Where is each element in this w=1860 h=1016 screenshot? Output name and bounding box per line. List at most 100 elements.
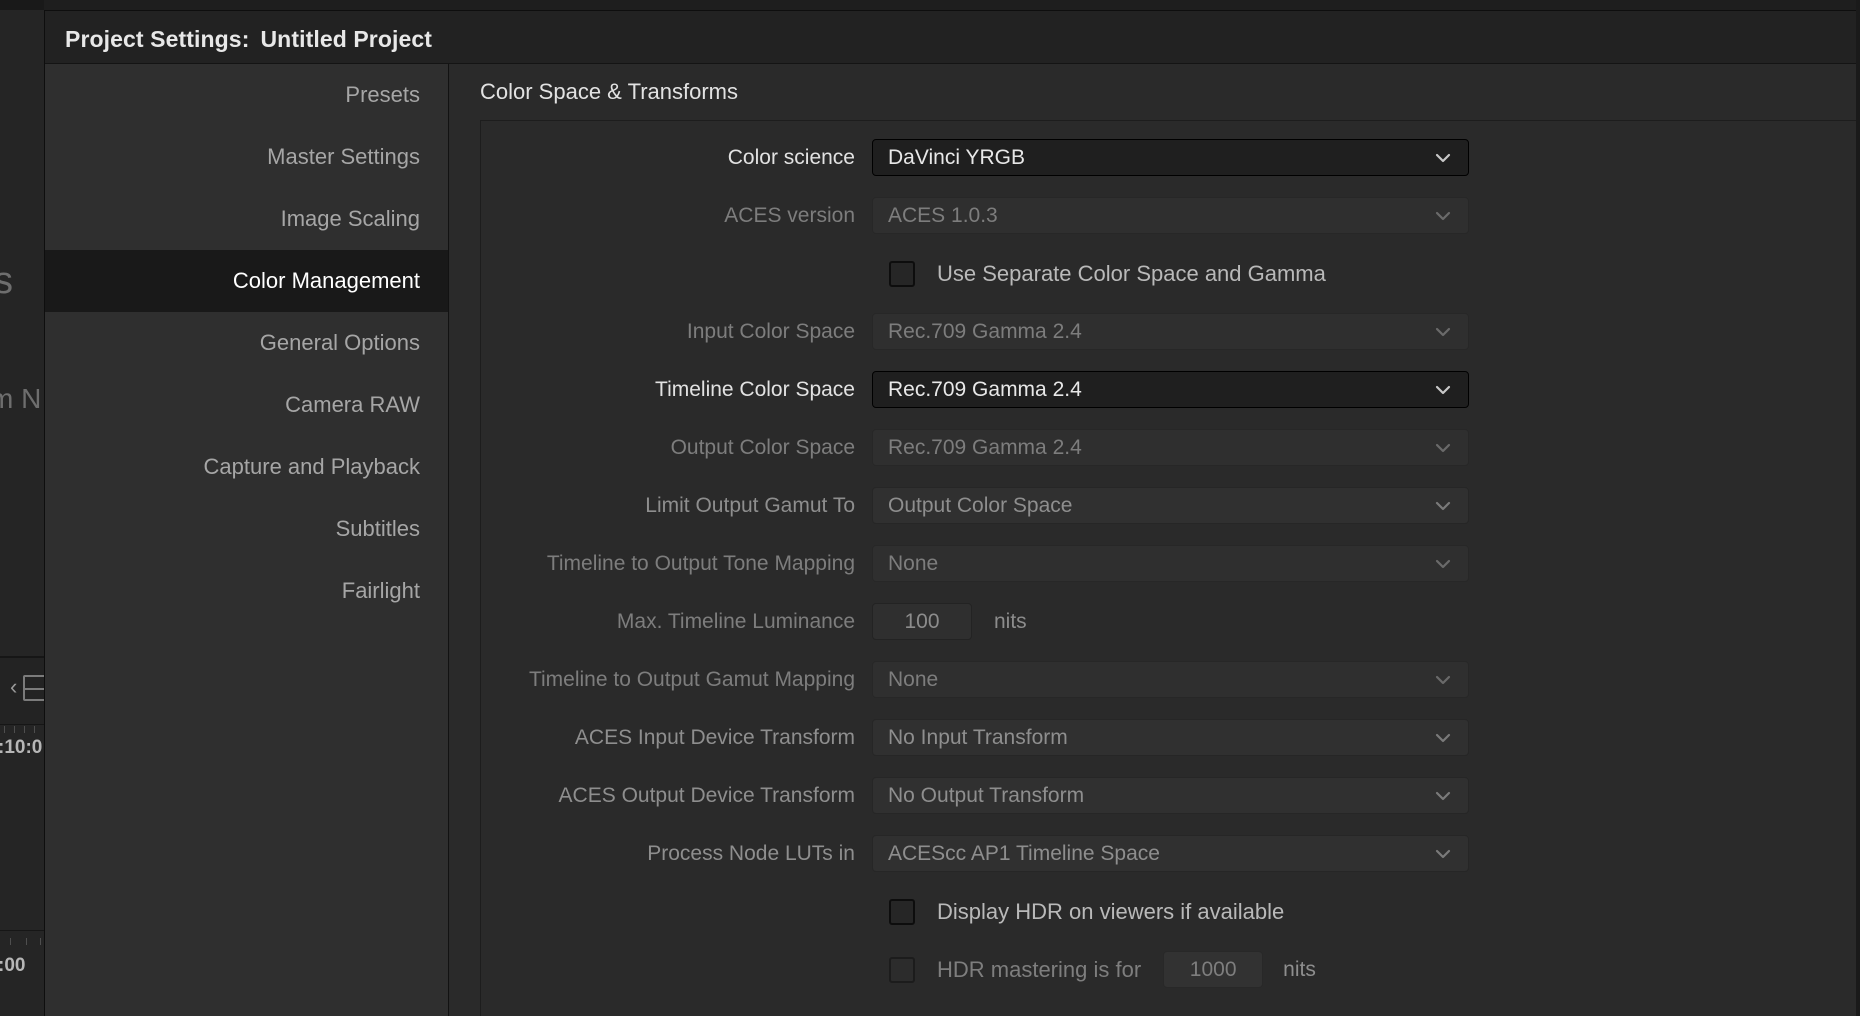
- project-settings-dialog: Project Settings: Untitled Project Preset…: [44, 10, 1860, 1016]
- chevron-down-icon: [1434, 671, 1452, 689]
- dropdown-timeline-color-space[interactable]: Rec.709 Gamma 2.4: [872, 371, 1469, 408]
- chevron-down-icon: [1434, 845, 1452, 863]
- row-process-node-luts-in: Process Node LUTs in ACEScc AP1 Timeline…: [481, 830, 1860, 877]
- sidebar-item-subtitles[interactable]: Subtitles: [45, 498, 448, 560]
- screen: s m N ‹ :10:0 :00 Project Settings: Untit…: [0, 0, 1860, 1016]
- sidebar-item-capture-and-playback[interactable]: Capture and Playback: [45, 436, 448, 498]
- label-timeline-color-space: Timeline Color Space: [655, 377, 855, 401]
- background-ghost-text-1: s: [0, 262, 13, 300]
- row-aces-version: ACES version ACES 1.0.3: [481, 192, 1860, 239]
- chevron-down-icon: [1434, 149, 1452, 167]
- row-use-separate-color-space-and-gamma[interactable]: Use Separate Color Space and Gamma: [481, 250, 1860, 297]
- dropdown-color-science[interactable]: DaVinci YRGB: [872, 139, 1469, 176]
- row-aces-output-device-transform: ACES Output Device Transform No Output T…: [481, 772, 1860, 819]
- dropdown-timeline-to-output-gamut-mapping-value: None: [888, 667, 939, 691]
- row-timeline-to-output-tone-mapping: Timeline to Output Tone Mapping None: [481, 540, 1860, 587]
- dropdown-aces-output-device-transform-value: No Output Transform: [888, 783, 1085, 807]
- label-aces-version: ACES version: [724, 203, 855, 227]
- label-hdr-mastering-is-for: HDR mastering is for: [937, 956, 1142, 982]
- dropdown-limit-output-gamut-to-value: Output Color Space: [888, 493, 1073, 517]
- sidebar-item-camera-raw[interactable]: Camera RAW: [45, 374, 448, 436]
- background-timecode-1: :10:0: [0, 737, 43, 758]
- dropdown-aces-version-value: ACES 1.0.3: [888, 203, 998, 227]
- label-display-hdr-on-viewers: Display HDR on viewers if available: [937, 898, 1285, 924]
- chevron-down-icon: [1434, 323, 1452, 341]
- background-ruler-2: [0, 938, 44, 948]
- input-max-timeline-luminance[interactable]: 100: [872, 603, 972, 640]
- row-timeline-color-space: Timeline Color Space Rec.709 Gamma 2.4: [481, 366, 1860, 413]
- row-color-science: Color science DaVinci YRGB: [481, 134, 1860, 181]
- row-timeline-to-output-gamut-mapping: Timeline to Output Gamut Mapping None: [481, 656, 1860, 703]
- sidebar-item-general-options[interactable]: General Options: [45, 312, 448, 374]
- dropdown-aces-version[interactable]: ACES 1.0.3: [872, 197, 1469, 234]
- chevron-down-icon: [1434, 787, 1452, 805]
- chevron-down-icon: [1434, 497, 1452, 515]
- label-color-science: Color science: [727, 145, 855, 169]
- dropdown-process-node-luts-in[interactable]: ACEScc AP1 Timeline Space: [872, 835, 1469, 872]
- color-space-transforms-panel: Color science DaVinci YRGB ACES version …: [480, 120, 1860, 1016]
- dropdown-timeline-to-output-tone-mapping-value: None: [888, 551, 939, 575]
- label-max-timeline-luminance: Max. Timeline Luminance: [616, 609, 855, 633]
- dropdown-timeline-to-output-tone-mapping[interactable]: None: [872, 545, 1469, 582]
- dialog-title-project: Untitled Project: [260, 26, 433, 52]
- dialog-title-prefix: Project Settings:: [65, 26, 250, 52]
- row-limit-output-gamut-to: Limit Output Gamut To Output Color Space: [481, 482, 1860, 529]
- label-timeline-to-output-tone-mapping: Timeline to Output Tone Mapping: [546, 551, 855, 575]
- label-use-separate-color-space-and-gamma: Use Separate Color Space and Gamma: [937, 260, 1326, 286]
- dropdown-output-color-space[interactable]: Rec.709 Gamma 2.4: [872, 429, 1469, 466]
- sidebar-item-master-settings[interactable]: Master Settings: [45, 126, 448, 188]
- settings-sidebar: Presets Master Settings Image Scaling Co…: [45, 64, 449, 1016]
- background-ghost-text-2: m N: [0, 385, 42, 413]
- settings-content: Color Space & Transforms Color science D…: [450, 64, 1860, 1016]
- label-timeline-to-output-gamut-mapping: Timeline to Output Gamut Mapping: [528, 667, 855, 691]
- label-process-node-luts-in: Process Node LUTs in: [647, 841, 855, 865]
- row-hdr-mastering-is-for[interactable]: HDR mastering is for 1000 nits: [481, 946, 1860, 993]
- chevron-down-icon: [1434, 555, 1452, 573]
- sidebar-item-color-management[interactable]: Color Management: [45, 250, 448, 312]
- row-input-color-space: Input Color Space Rec.709 Gamma 2.4: [481, 308, 1860, 355]
- label-output-color-space: Output Color Space: [670, 435, 855, 459]
- chevron-down-icon: [1434, 729, 1452, 747]
- input-hdr-mastering-nits[interactable]: 1000: [1163, 951, 1264, 988]
- chevron-down-icon: [1434, 207, 1452, 225]
- row-display-hdr-on-viewers[interactable]: Display HDR on viewers if available: [481, 888, 1860, 935]
- dropdown-aces-input-device-transform-value: No Input Transform: [888, 725, 1068, 749]
- background-divider: [0, 656, 44, 657]
- dropdown-aces-output-device-transform[interactable]: No Output Transform: [872, 777, 1469, 814]
- dropdown-color-science-value: DaVinci YRGB: [888, 145, 1025, 169]
- dialog-titlebar: Project Settings: Untitled Project: [45, 11, 1860, 64]
- checkbox-hdr-mastering-is-for[interactable]: [889, 956, 915, 983]
- sidebar-item-fairlight[interactable]: Fairlight: [45, 560, 448, 622]
- dropdown-process-node-luts-in-value: ACEScc AP1 Timeline Space: [888, 841, 1160, 865]
- dropdown-aces-input-device-transform[interactable]: No Input Transform: [872, 719, 1469, 756]
- background-app-panel: s m N ‹ :10:0 :00: [0, 0, 55, 1016]
- settings-rows: Color science DaVinci YRGB ACES version …: [481, 121, 1860, 993]
- label-input-color-space: Input Color Space: [686, 319, 855, 343]
- label-aces-input-device-transform: ACES Input Device Transform: [574, 725, 855, 749]
- dropdown-timeline-color-space-value: Rec.709 Gamma 2.4: [888, 377, 1082, 401]
- sidebar-item-presets[interactable]: Presets: [45, 64, 448, 126]
- label-aces-output-device-transform: ACES Output Device Transform: [558, 783, 855, 807]
- checkbox-use-separate-color-space-and-gamma[interactable]: [889, 260, 915, 287]
- background-top-strip: [0, 0, 44, 10]
- row-aces-input-device-transform: ACES Input Device Transform No Input Tra…: [481, 714, 1860, 761]
- dialog-title: Project Settings: Untitled Project: [65, 26, 432, 53]
- dropdown-input-color-space[interactable]: Rec.709 Gamma 2.4: [872, 313, 1469, 350]
- chevron-left-icon: ‹: [10, 674, 18, 699]
- dropdown-limit-output-gamut-to[interactable]: Output Color Space: [872, 487, 1469, 524]
- dropdown-input-color-space-value: Rec.709 Gamma 2.4: [888, 319, 1082, 343]
- unit-max-timeline-luminance: nits: [994, 609, 1027, 633]
- sidebar-item-image-scaling[interactable]: Image Scaling: [45, 188, 448, 250]
- section-title: Color Space & Transforms: [480, 79, 738, 104]
- dialog-body: Presets Master Settings Image Scaling Co…: [45, 64, 1860, 1016]
- background-divider-2: [0, 930, 44, 931]
- chevron-down-icon: [1434, 439, 1452, 457]
- checkbox-display-hdr-on-viewers[interactable]: [889, 898, 915, 925]
- dropdown-output-color-space-value: Rec.709 Gamma 2.4: [888, 435, 1082, 459]
- row-max-timeline-luminance: Max. Timeline Luminance 100 nits: [481, 598, 1860, 645]
- label-limit-output-gamut-to: Limit Output Gamut To: [645, 493, 855, 517]
- background-timecode-2: :00: [0, 955, 26, 976]
- chevron-down-icon: [1434, 381, 1452, 399]
- dropdown-timeline-to-output-gamut-mapping[interactable]: None: [872, 661, 1469, 698]
- window-right-edge: [1856, 0, 1860, 1016]
